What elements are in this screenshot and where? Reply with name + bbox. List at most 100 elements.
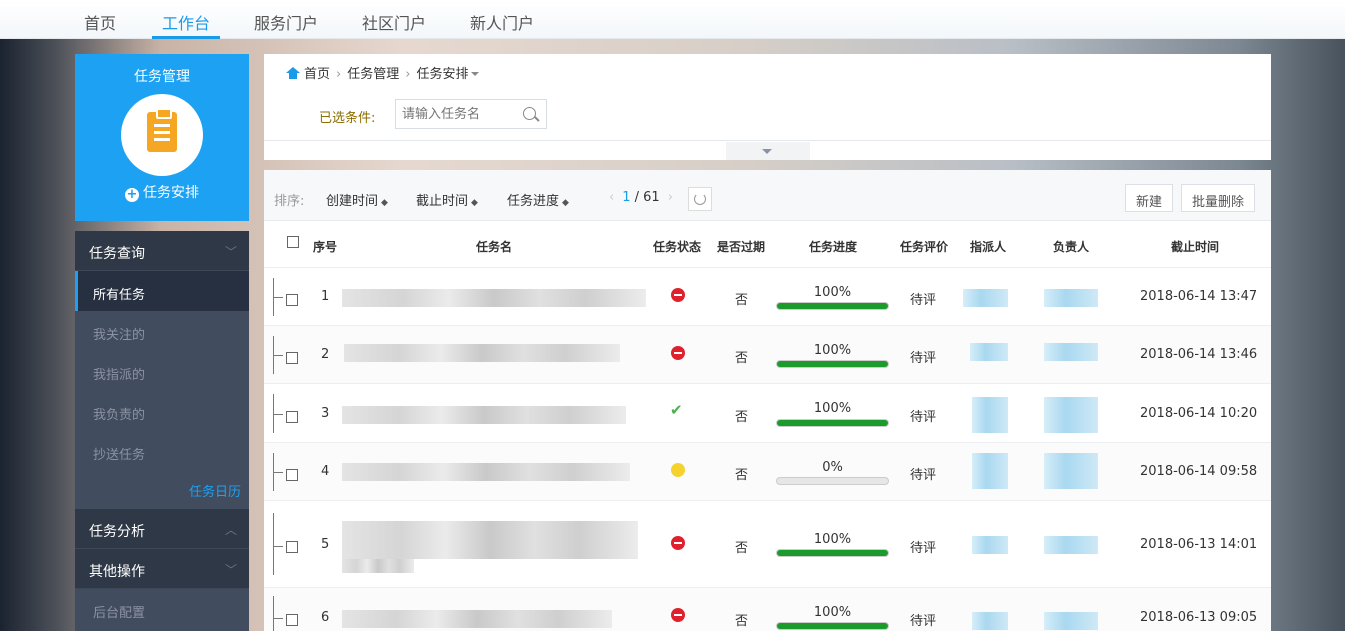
row-expired: 否 [735, 351, 749, 366]
sidebar-group-task-analysis[interactable]: 任务分析 ︿ [75, 509, 249, 549]
task-name-redacted[interactable] [344, 344, 620, 362]
row-expired: 否 [735, 293, 749, 308]
col-rating: 任务评价 [900, 240, 949, 254]
table-header: 序号 任务名 任务状态 是否过期 任务进度 任务评价 指派人 负责人 截止时间 [264, 221, 1271, 267]
row-expired: 否 [735, 614, 749, 629]
sidebar-group-task-query[interactable]: 任务查询 ﹀ [75, 231, 249, 271]
row-checkbox[interactable] [286, 614, 298, 626]
progress-fill [777, 623, 888, 629]
row-no: 3 [321, 406, 330, 421]
new-task-button[interactable]: 新建 [1125, 184, 1174, 212]
row-no: 6 [321, 610, 330, 625]
tree-line [273, 513, 274, 575]
task-name-redacted[interactable] [342, 521, 638, 559]
search-icon[interactable] [523, 107, 536, 120]
sort-by-created[interactable]: 创建时间 ◆ [326, 190, 388, 209]
table-row[interactable]: 6 否 100% 待评 2018-06-13 09:05 [264, 587, 1271, 631]
sort-label-created: 创建时间 [326, 194, 379, 209]
chevron-down-icon: ﹀ [224, 563, 237, 577]
home-icon [286, 67, 300, 79]
row-deadline: 2018-06-13 09:05 [1140, 610, 1258, 625]
task-arrange-button[interactable]: + 任务安排 [75, 182, 249, 202]
sidebar-group-other-ops[interactable]: 其他操作 ﹀ [75, 549, 249, 589]
row-rating: 待评 [910, 293, 937, 308]
table-row[interactable]: 1 否 100% 待评 2018-06-14 13:47 [264, 267, 1271, 325]
owner-redacted [1044, 289, 1098, 307]
sort-by-deadline[interactable]: 截止时间 ◆ [416, 190, 478, 209]
col-owner: 负责人 [1053, 240, 1090, 254]
col-deadline: 截止时间 [1171, 240, 1220, 254]
tree-line [273, 596, 274, 631]
row-deadline: 2018-06-14 13:46 [1140, 347, 1258, 362]
sort-icon: ◆ [562, 198, 569, 208]
chevron-down-icon: ﹀ [224, 245, 237, 259]
tree-tick [273, 472, 283, 473]
table-row[interactable]: 5 否 100% 待评 2018-06-13 14:01 [264, 500, 1271, 587]
plus-circle-icon: + [125, 187, 139, 202]
sort-icon: ◆ [471, 198, 478, 208]
group-label: 其他操作 [89, 564, 145, 580]
breadcrumb: 首页 › 任务管理 › 任务安排 [286, 63, 480, 82]
table-row[interactable]: 2 否 100% 待评 2018-06-14 13:46 [264, 325, 1271, 383]
nav-home[interactable]: 首页 [84, 10, 116, 34]
row-no: 1 [321, 289, 330, 304]
row-checkbox[interactable] [286, 294, 298, 306]
row-checkbox[interactable] [286, 541, 298, 553]
nav-service-portal[interactable]: 服务门户 [254, 10, 318, 34]
total-pages: / 61 [634, 190, 660, 205]
table-row[interactable]: 3 ✔ 否 100% 待评 2018-06-14 10:20 [264, 383, 1271, 442]
sidebar-item-backend-config[interactable]: 后台配置 [75, 589, 249, 629]
task-name-redacted[interactable] [342, 463, 630, 481]
next-page-icon[interactable]: › [668, 190, 673, 205]
status-blocked-icon [671, 288, 685, 302]
row-checkbox[interactable] [286, 411, 298, 423]
col-status: 任务状态 [653, 240, 702, 254]
sidebar-item-cc-tasks[interactable]: 抄送任务 [75, 431, 249, 471]
sort-icon: ◆ [381, 198, 388, 208]
sort-label-deadline: 截止时间 [416, 194, 469, 209]
row-checkbox[interactable] [286, 352, 298, 364]
caret-down-icon[interactable] [471, 72, 480, 76]
batch-delete-button[interactable]: 批量删除 [1181, 184, 1256, 212]
owner-redacted [1044, 343, 1098, 361]
row-deadline: 2018-06-14 10:20 [1140, 406, 1258, 421]
progress-bar [776, 549, 889, 557]
task-name-redacted[interactable] [342, 610, 612, 628]
row-checkbox[interactable] [286, 469, 298, 481]
progress-text: 100% [813, 343, 852, 358]
active-nav-underline [152, 36, 220, 39]
nav-workbench[interactable]: 工作台 [162, 10, 210, 34]
task-name-redacted[interactable] [342, 289, 646, 307]
expand-filter-toggle[interactable] [726, 142, 810, 160]
sort-by-progress[interactable]: 任务进度 ◆ [507, 190, 569, 209]
table-row[interactable]: 4 否 0% 待评 2018-06-14 09:58 [264, 442, 1271, 500]
sidebar-title: 任务管理 [134, 69, 190, 85]
breadcrumb-task-arrange[interactable]: 任务安排 [416, 67, 468, 82]
breadcrumb-home[interactable]: 首页 [304, 67, 330, 82]
sidebar-item-all-tasks[interactable]: 所有任务 [75, 271, 249, 311]
sort-label-progress: 任务进度 [507, 194, 560, 209]
breadcrumb-separator: › [405, 67, 411, 82]
row-deadline: 2018-06-14 13:47 [1140, 289, 1258, 304]
task-name-redacted[interactable] [342, 406, 626, 424]
refresh-button[interactable] [688, 187, 712, 211]
nav-community-portal[interactable]: 社区门户 [362, 10, 426, 34]
breadcrumb-task-mgmt[interactable]: 任务管理 [347, 67, 399, 82]
assigner-redacted [972, 453, 1008, 489]
sidebar-item-followed[interactable]: 我关注的 [75, 311, 249, 351]
select-all-checkbox[interactable] [287, 236, 299, 248]
nav-newcomer-portal[interactable]: 新人门户 [470, 10, 534, 34]
row-no: 4 [321, 464, 330, 479]
prev-page-icon[interactable]: ‹ [609, 190, 614, 205]
sidebar-item-my-responsible[interactable]: 我负责的 [75, 391, 249, 431]
row-expired: 否 [735, 410, 749, 425]
task-search-input[interactable] [396, 100, 516, 128]
row-rating: 待评 [910, 614, 937, 629]
sidebar-item-assigned-by-me[interactable]: 我指派的 [75, 351, 249, 391]
owner-redacted [1044, 612, 1098, 630]
col-task-name: 任务名 [476, 240, 513, 254]
progress-text: 0% [822, 460, 843, 475]
breadcrumb-separator: › [336, 67, 342, 82]
task-calendar-link[interactable]: 任务日历 [189, 481, 241, 500]
status-blocked-icon [671, 608, 685, 622]
